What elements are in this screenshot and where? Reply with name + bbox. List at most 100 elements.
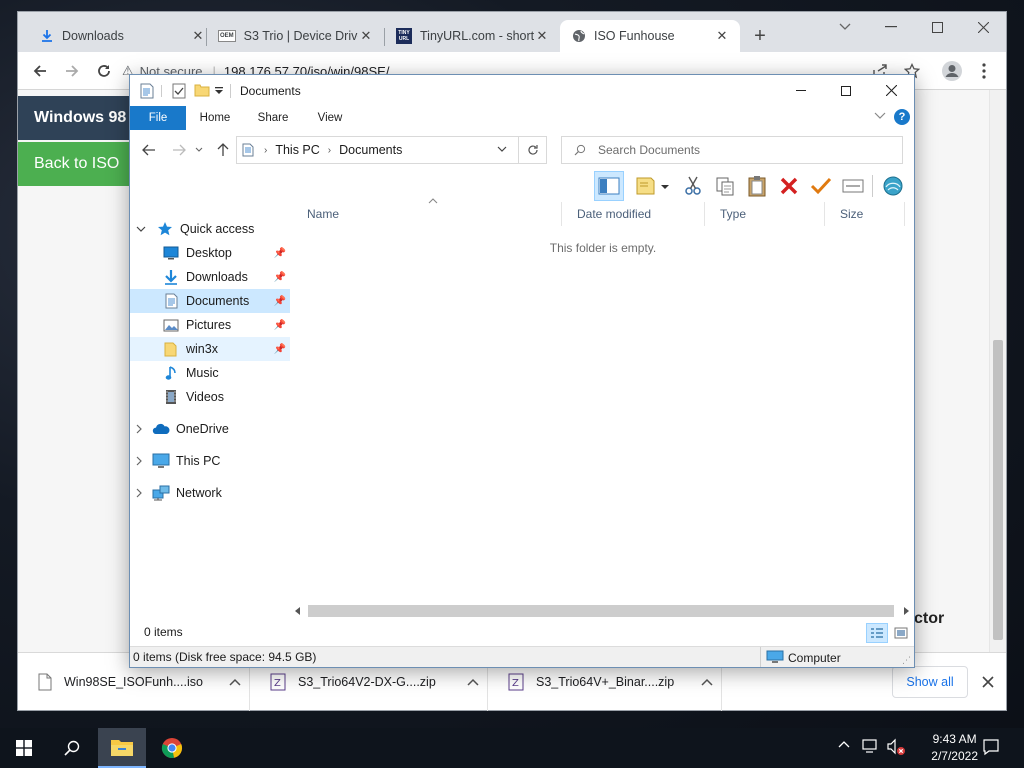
- minimize-button[interactable]: [868, 12, 914, 42]
- page-scrollbar[interactable]: [989, 90, 1006, 652]
- profile-avatar[interactable]: [938, 57, 966, 85]
- close-icon[interactable]: ✕: [534, 28, 550, 44]
- chevron-up-icon[interactable]: [229, 678, 249, 686]
- address-box[interactable]: › This PC › Documents: [236, 136, 547, 164]
- network-status-icon[interactable]: [862, 738, 880, 754]
- scrollbar-thumb[interactable]: [993, 340, 1003, 640]
- tab-share[interactable]: Share: [248, 106, 298, 130]
- close-shelf-button[interactable]: [978, 672, 998, 692]
- scrollbar-thumb[interactable]: [308, 605, 894, 617]
- nav-desktop[interactable]: Desktop 📌: [130, 241, 290, 265]
- tab-home[interactable]: Home: [190, 106, 240, 130]
- scroll-right-icon[interactable]: [903, 606, 910, 616]
- chevron-down-icon[interactable]: [136, 226, 146, 233]
- search-input[interactable]: Search Documents: [561, 136, 903, 164]
- chevron-right-icon[interactable]: [136, 424, 143, 434]
- chevron-up-icon[interactable]: [467, 678, 487, 686]
- tab-downloads[interactable]: Downloads ✕: [28, 20, 216, 52]
- column-size[interactable]: Size: [825, 202, 905, 226]
- rename-icon[interactable]: [838, 171, 868, 201]
- cloud-icon: [152, 421, 170, 437]
- expand-ribbon-icon[interactable]: [874, 112, 886, 120]
- explorer-title-bar: Documents: [130, 75, 914, 106]
- paste-icon[interactable]: [742, 171, 772, 201]
- nav-onedrive[interactable]: OneDrive: [130, 417, 290, 441]
- forward-button[interactable]: [168, 139, 190, 161]
- refresh-button[interactable]: [518, 136, 547, 164]
- horizontal-scrollbar[interactable]: [292, 603, 914, 619]
- tab-view[interactable]: View: [306, 106, 354, 130]
- reload-button[interactable]: [90, 57, 118, 85]
- nav-pictures[interactable]: Pictures 📌: [130, 313, 290, 337]
- nav-documents[interactable]: Documents 📌: [130, 289, 290, 313]
- computer-icon: [152, 453, 170, 469]
- cut-icon[interactable]: [678, 171, 708, 201]
- tab-iso-funhouse[interactable]: ISO Funhouse ✕: [560, 20, 740, 52]
- nav-win3x[interactable]: win3x 📌: [130, 337, 290, 361]
- chevron-up-icon[interactable]: [838, 740, 850, 748]
- shell-icon[interactable]: [878, 171, 908, 201]
- large-icons-view-button[interactable]: [890, 623, 912, 643]
- delete-icon[interactable]: [774, 171, 804, 201]
- close-icon[interactable]: ✕: [190, 28, 206, 44]
- nav-videos[interactable]: Videos: [130, 385, 290, 409]
- tab-search-button[interactable]: [822, 12, 868, 42]
- chrome-taskbar-button[interactable]: [148, 728, 196, 768]
- tab-s3-trio[interactable]: OEM S3 Trio | Device Drive ✕: [206, 20, 384, 52]
- notifications-icon[interactable]: [982, 738, 1000, 756]
- clock[interactable]: 9:43 AM 2/7/2022: [931, 731, 978, 765]
- up-button[interactable]: [212, 139, 234, 161]
- tab-tinyurl[interactable]: TINY URL TinyURL.com - short ✕: [384, 20, 560, 52]
- volume-muted-icon[interactable]: [886, 738, 906, 756]
- file-explorer-taskbar-button[interactable]: [98, 728, 146, 768]
- resize-grip-icon[interactable]: ⋰: [902, 655, 911, 666]
- nav-downloads[interactable]: Downloads 📌: [130, 265, 290, 289]
- back-to-iso-button[interactable]: Back to ISO: [18, 142, 138, 186]
- properties-icon[interactable]: [172, 83, 186, 99]
- recent-locations-icon[interactable]: [192, 139, 206, 161]
- help-icon[interactable]: ?: [894, 109, 910, 125]
- chevron-right-icon[interactable]: [136, 456, 143, 466]
- new-folder-icon[interactable]: [194, 83, 210, 97]
- copy-icon[interactable]: [710, 171, 740, 201]
- nav-label: Quick access: [180, 222, 255, 236]
- close-window-button[interactable]: [960, 12, 1006, 42]
- back-button[interactable]: [26, 57, 54, 85]
- chevron-down-icon[interactable]: [497, 146, 507, 153]
- nav-music[interactable]: Music: [130, 361, 290, 385]
- nav-label: Pictures: [186, 318, 232, 332]
- details-view-button[interactable]: [866, 623, 888, 643]
- column-type[interactable]: Type: [705, 202, 825, 226]
- column-name[interactable]: Name: [292, 202, 562, 226]
- close-window-button[interactable]: [868, 75, 914, 106]
- nav-this-pc[interactable]: This PC: [130, 449, 290, 473]
- new-tab-button[interactable]: +: [748, 24, 772, 48]
- maximize-button[interactable]: [914, 12, 960, 42]
- search-icon[interactable]: [48, 728, 96, 768]
- close-icon[interactable]: ✕: [358, 28, 374, 44]
- nav-quick-access[interactable]: Quick access: [130, 217, 290, 241]
- forward-button[interactable]: [58, 57, 86, 85]
- breadcrumb-this-pc[interactable]: This PC: [275, 143, 319, 157]
- show-all-button[interactable]: Show all: [892, 666, 968, 698]
- minimize-button[interactable]: [778, 75, 823, 106]
- start-button[interactable]: [0, 728, 48, 768]
- checkmark-icon[interactable]: [806, 171, 836, 201]
- column-date-modified[interactable]: Date modified: [562, 202, 705, 226]
- pin-icon: 📌: [273, 247, 286, 259]
- back-button[interactable]: [138, 139, 160, 161]
- maximize-button[interactable]: [823, 75, 868, 106]
- breadcrumb-documents[interactable]: Documents: [339, 143, 402, 157]
- close-icon[interactable]: ✕: [714, 28, 730, 44]
- preview-pane-icon[interactable]: [594, 171, 624, 201]
- scroll-left-icon[interactable]: [294, 606, 301, 616]
- menu-icon[interactable]: [970, 57, 998, 85]
- nav-network[interactable]: Network: [130, 481, 290, 505]
- chevron-up-icon[interactable]: [701, 678, 721, 686]
- chevron-right-icon[interactable]: [136, 488, 143, 498]
- new-item-icon[interactable]: [632, 171, 672, 201]
- documents-icon: [162, 293, 180, 309]
- customize-quick-access-icon[interactable]: [214, 83, 224, 97]
- tab-file[interactable]: File: [130, 106, 186, 130]
- nav-label: Music: [186, 366, 219, 380]
